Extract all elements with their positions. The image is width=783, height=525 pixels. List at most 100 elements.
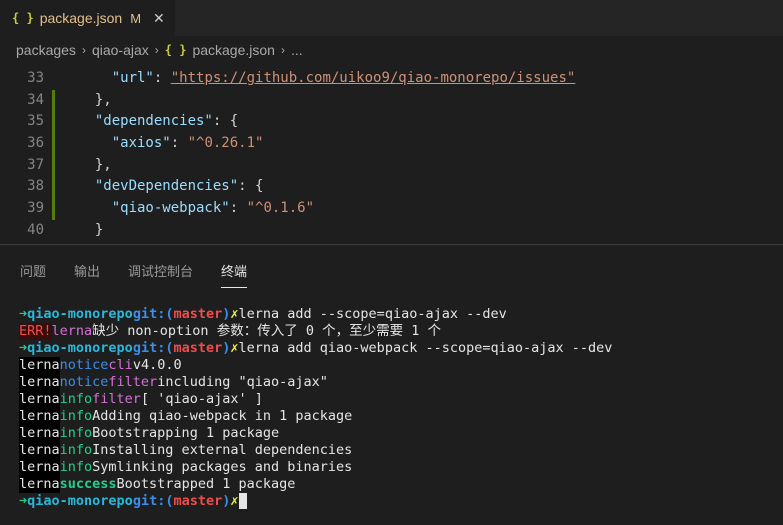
json-key: "dependencies"	[94, 113, 213, 130]
dirty-x-icon: ✗	[230, 340, 239, 356]
tab-terminal[interactable]: 终端	[221, 257, 248, 288]
command-text: lerna add qiao-webpack --scope=qiao-ajax…	[238, 340, 613, 356]
lerna-tag: lerna	[19, 442, 60, 459]
tab-package-json[interactable]: { } package.json M ✕	[0, 0, 175, 36]
code-line: 37 },	[0, 154, 783, 177]
lerna-tag: lerna	[19, 408, 60, 425]
tab-debug-console[interactable]: 调试控制台	[128, 257, 193, 284]
lerna-tag: lerna	[19, 357, 60, 374]
prompt-arrow-icon: ➜	[19, 493, 28, 509]
code-line: 35 "dependencies": {	[0, 111, 783, 133]
prompt-git-close: )	[222, 340, 231, 356]
lerna-tag: lerna	[19, 425, 60, 442]
json-punct: : {	[212, 113, 239, 130]
prompt-dir: qiao-monorepo	[27, 493, 133, 509]
prompt-branch: master	[173, 340, 223, 356]
log-level: notice	[59, 374, 109, 390]
prompt-arrow-icon: ➜	[19, 306, 28, 322]
log-text: Bootstrapping 1 package	[92, 425, 280, 441]
code-text: },	[58, 155, 112, 177]
gutter-modified-marker	[52, 176, 58, 198]
json-punct: : {	[238, 178, 264, 195]
json-file-icon: { }	[164, 43, 187, 57]
gutter	[52, 68, 58, 90]
terminal-cursor	[238, 493, 247, 509]
gutter-modified-marker	[52, 198, 58, 220]
err-badge: ERR!	[19, 323, 52, 340]
terminal-line: ➜ qiao-monorepo git:(master) ✗ lerna add…	[19, 340, 783, 357]
line-number: 35	[27, 113, 44, 130]
code-text: "url": "https://github.com/uikoo9/qiao-m…	[111, 70, 576, 86]
breadcrumb-qiao-ajax[interactable]: qiao-ajax	[92, 42, 149, 58]
log-text: [ 'qiao-ajax' ]	[140, 391, 263, 407]
terminal-line: ➜ qiao-monorepo git:(master) ✗	[19, 493, 783, 510]
tab-title: package.json	[39, 10, 123, 26]
json-url-value[interactable]: "https://github.com/uikoo9/qiao-monorepo…	[171, 70, 576, 86]
log-level: notice	[59, 357, 109, 373]
panel-tab-bar: 问题 输出 调试控制台 终端	[0, 245, 783, 295]
chevron-right-icon: ›	[280, 43, 285, 57]
code-text: "dependencies": {	[58, 111, 238, 133]
code-line: 34 },	[0, 89, 783, 112]
gutter	[52, 220, 58, 242]
line-number: 34	[27, 91, 44, 108]
json-value: "^0.26.1"	[187, 135, 264, 152]
terminal-line: lerna info Installing external dependenc…	[19, 442, 783, 459]
terminal-line: lerna info Symlinking packages and binar…	[19, 459, 783, 476]
log-text: Installing external dependencies	[92, 442, 353, 458]
gutter-modified-marker	[52, 111, 58, 133]
code-text: "qiao-webpack": "^0.1.6"	[111, 200, 315, 217]
breadcrumb-package-json[interactable]: package.json	[192, 42, 275, 58]
log-level: info	[59, 408, 93, 424]
prompt-branch: master	[173, 493, 223, 509]
breadcrumb-more[interactable]: ...	[291, 42, 303, 58]
json-key: "qiao-webpack"	[111, 200, 230, 217]
log-level: info	[59, 425, 93, 441]
chevron-right-icon: ›	[154, 43, 159, 57]
tab-output[interactable]: 输出	[74, 257, 100, 284]
dirty-x-icon: ✗	[230, 306, 239, 322]
code-text: "devDependencies": {	[58, 176, 264, 198]
code-line: 39 "qiao-webpack": "^0.1.6"	[0, 198, 783, 220]
terminal-line: lerna info filter [ 'qiao-ajax' ]	[19, 391, 783, 408]
modified-indicator: M	[130, 10, 142, 26]
line-number: 39	[27, 200, 44, 217]
prompt-git: git:(	[132, 340, 174, 356]
gutter-modified-marker	[52, 89, 58, 112]
log-prefix: filter	[108, 374, 158, 390]
json-file-icon: { }	[12, 11, 34, 25]
code-editor[interactable]: 33 "url": "https://github.com/uikoo9/qia…	[0, 68, 783, 244]
code-text: "axios": "^0.26.1"	[111, 135, 264, 152]
gutter-modified-marker	[52, 133, 58, 155]
tab-problems[interactable]: 问题	[20, 257, 46, 284]
log-level: info	[59, 442, 93, 458]
code-text: }	[58, 220, 103, 242]
prompt-git-close: )	[222, 306, 231, 322]
terminal-output[interactable]: ➜ qiao-monorepo git:(master) ✗ lerna add…	[19, 306, 783, 510]
code-line: 40 }	[0, 220, 783, 242]
json-punct: },	[94, 91, 112, 108]
json-key: "devDependencies"	[94, 178, 239, 195]
prompt-git-close: )	[222, 493, 231, 509]
log-prefix: filter	[92, 391, 141, 407]
code-line: 36 "axios": "^0.26.1"	[0, 133, 783, 155]
line-number: 37	[27, 156, 44, 173]
lerna-tag: lerna	[19, 391, 60, 408]
close-icon[interactable]: ✕	[153, 10, 165, 27]
log-prefix: cli	[108, 357, 133, 373]
terminal-line: lerna info Adding qiao-webpack in 1 pack…	[19, 408, 783, 425]
lerna-tag: lerna	[19, 374, 60, 391]
prompt-arrow-icon: ➜	[19, 340, 28, 356]
chevron-right-icon: ›	[81, 43, 86, 57]
log-text: including "qiao-ajax"	[157, 374, 328, 390]
breadcrumb: packages › qiao-ajax › { } package.json …	[0, 36, 783, 64]
prompt-dir: qiao-monorepo	[27, 306, 133, 322]
code-line: 33 "url": "https://github.com/uikoo9/qia…	[0, 68, 783, 90]
terminal-line: lerna success Bootstrapped 1 package	[19, 476, 783, 493]
command-text: lerna add --scope=qiao-ajax --dev	[238, 306, 507, 322]
line-number: 33	[27, 70, 44, 86]
breadcrumb-packages[interactable]: packages	[16, 42, 76, 58]
log-text: Bootstrapped 1 package	[116, 476, 296, 492]
json-punct: }	[94, 221, 104, 238]
terminal-line: ERR! lerna 缺少 non-option 参数：传入了 0 个，至少需要…	[19, 323, 783, 340]
